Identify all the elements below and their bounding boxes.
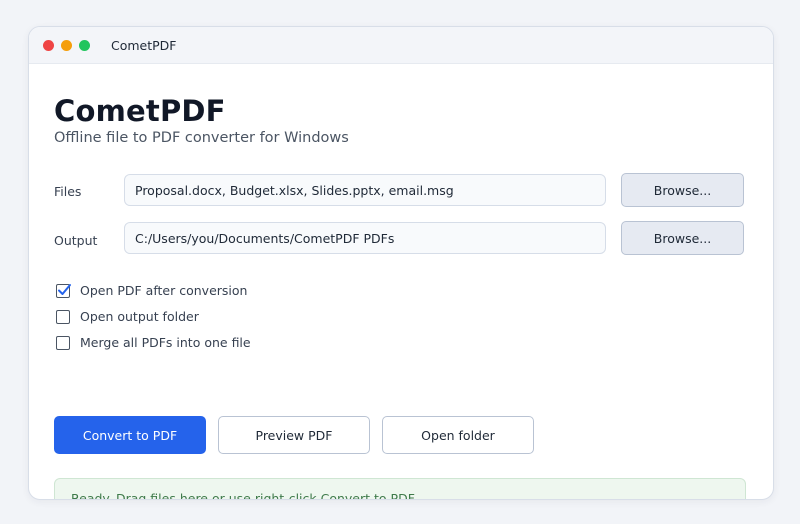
title-bar: CometPDF — [29, 27, 773, 64]
output-label: Output — [54, 233, 98, 248]
window-title: CometPDF — [111, 37, 177, 53]
files-label: Files — [54, 184, 82, 199]
minimize-window-button[interactable] — [61, 39, 72, 51]
convert-button[interactable]: Convert to PDF — [54, 416, 206, 454]
page-title: CometPDF — [54, 94, 226, 128]
merge-pdfs-checkbox[interactable] — [56, 335, 70, 350]
output-browse-button[interactable]: Browse... — [621, 221, 744, 255]
option-open-folder[interactable]: Open output folder — [56, 309, 199, 324]
open-folder-checkbox[interactable] — [56, 309, 70, 324]
option-merge-pdfs[interactable]: Merge all PDFs into one file — [56, 335, 251, 350]
close-window-button[interactable] — [43, 39, 54, 51]
open-pdf-label: Open PDF after conversion — [80, 283, 248, 298]
merge-pdfs-label: Merge all PDFs into one file — [80, 335, 251, 350]
page-subtitle: Offline file to PDF converter for Window… — [54, 130, 349, 146]
files-browse-button[interactable]: Browse... — [621, 173, 744, 207]
files-input[interactable] — [124, 174, 606, 206]
status-bar: Ready. Drag files here or use right-clic… — [54, 478, 746, 499]
output-path-input[interactable] — [124, 222, 606, 254]
open-folder-button[interactable]: Open folder — [382, 416, 534, 454]
open-pdf-checkbox[interactable] — [56, 283, 71, 298]
app-window: CometPDF CometPDF Offline file to PDF co… — [28, 26, 774, 500]
maximize-window-button[interactable] — [79, 39, 90, 51]
preview-button[interactable]: Preview PDF — [218, 416, 370, 454]
checkmark-icon — [58, 283, 71, 295]
option-open-pdf[interactable]: Open PDF after conversion — [56, 283, 247, 298]
open-folder-label: Open output folder — [80, 309, 199, 324]
